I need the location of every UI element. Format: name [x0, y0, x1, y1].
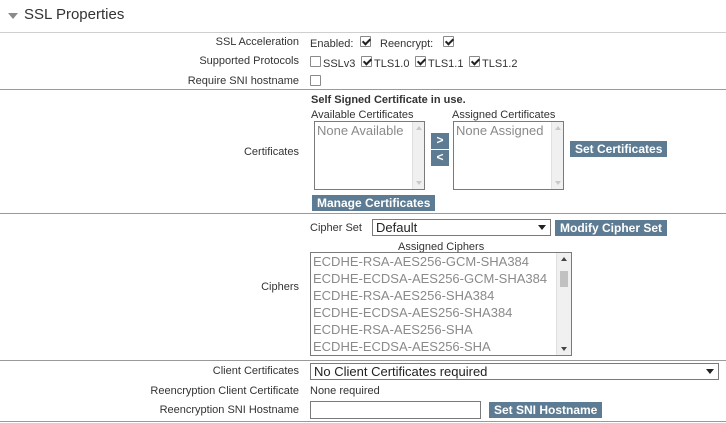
list-item[interactable]: ECDHE-RSA-AES256-SHA: [311, 321, 571, 338]
scroll-down-icon[interactable]: [561, 347, 567, 351]
modify-cipher-set-button[interactable]: Modify Cipher Set: [555, 220, 668, 236]
tls11-label: TLS1.1: [428, 58, 464, 70]
sslv3-label: SSLv3: [323, 58, 356, 70]
supported-protocols-label: Supported Protocols: [199, 55, 299, 67]
divider: [0, 89, 726, 90]
scroll-thumb[interactable]: [560, 271, 568, 287]
enabled-label: Enabled:: [310, 38, 354, 50]
client-certificates-select[interactable]: No Client Certificates required: [310, 363, 719, 380]
certificate-notice: Self Signed Certificate in use.: [311, 94, 466, 106]
section-header[interactable]: SSL Properties: [0, 0, 726, 33]
scroll-up-icon[interactable]: [416, 126, 422, 130]
scrollbar[interactable]: [556, 253, 571, 355]
reencrypt-checkbox[interactable]: [443, 36, 454, 47]
client-certificates-label: Client Certificates: [212, 365, 299, 377]
divider: [0, 421, 726, 422]
cipher-set-select[interactable]: Default: [372, 219, 551, 236]
list-item[interactable]: ECDHE-RSA-AES256-GCM-SHA384: [311, 253, 571, 270]
ciphers-label: Ciphers: [261, 281, 299, 293]
assigned-certificates-list[interactable]: None Assigned: [453, 121, 564, 190]
require-sni-checkbox[interactable]: [310, 75, 321, 86]
reencryption-client-certificate-value: None required: [310, 385, 380, 397]
list-item[interactable]: None Available: [315, 122, 424, 139]
assigned-certificates-label: Assigned Certificates: [452, 109, 556, 121]
divider: [0, 213, 726, 214]
scrollbar[interactable]: [551, 122, 563, 189]
scroll-up-icon[interactable]: [561, 257, 567, 261]
chevron-down-icon: [538, 225, 546, 230]
assigned-ciphers-list[interactable]: ECDHE-RSA-AES256-GCM-SHA384 ECDHE-ECDSA-…: [310, 252, 572, 356]
cipher-set-label: Cipher Set: [310, 222, 362, 234]
move-right-button[interactable]: >: [431, 133, 449, 149]
move-left-button[interactable]: <: [431, 150, 449, 166]
scroll-down-icon[interactable]: [555, 181, 561, 185]
tls12-label: TLS1.2: [482, 58, 518, 70]
scroll-up-icon[interactable]: [555, 126, 561, 130]
sslv3-checkbox[interactable]: [310, 56, 321, 67]
tls12-checkbox[interactable]: [469, 56, 480, 67]
ssl-acceleration-label: SSL Acceleration: [215, 36, 299, 48]
reencrypt-label: Reencrypt:: [380, 38, 434, 50]
set-sni-hostname-button[interactable]: Set SNI Hostname: [489, 402, 603, 418]
require-sni-label: Require SNI hostname: [187, 75, 299, 87]
list-item[interactable]: ECDHE-ECDSA-AES256-SHA384: [311, 304, 571, 321]
set-certificates-button[interactable]: Set Certificates: [570, 141, 668, 157]
reencryption-sni-hostname-label: Reencryption SNI Hostname: [159, 404, 299, 416]
scroll-down-icon[interactable]: [416, 181, 422, 185]
cipher-set-value: Default: [376, 220, 418, 235]
reencryption-client-certificate-label: Reencryption Client Certificate: [150, 385, 299, 397]
scrollbar[interactable]: [412, 122, 424, 189]
tls10-label: TLS1.0: [374, 58, 410, 70]
reencryption-sni-hostname-input[interactable]: [310, 401, 481, 419]
tls11-checkbox[interactable]: [415, 56, 426, 67]
manage-certificates-button[interactable]: Manage Certificates: [312, 195, 436, 211]
client-certificates-value: No Client Certificates required: [314, 364, 488, 379]
list-item[interactable]: None Assigned: [454, 122, 563, 139]
chevron-down-icon: [706, 369, 714, 374]
list-item[interactable]: ECDHE-ECDSA-AES256-SHA: [311, 338, 571, 355]
list-item[interactable]: ECDHE-RSA-AES256-SHA384: [311, 287, 571, 304]
enabled-checkbox[interactable]: [360, 36, 371, 47]
tls10-checkbox[interactable]: [361, 56, 372, 67]
available-certificates-list[interactable]: None Available: [314, 121, 425, 190]
list-item[interactable]: ECDHE-ECDSA-AES256-GCM-SHA384: [311, 270, 571, 287]
available-certificates-label: Available Certificates: [311, 109, 414, 121]
certificates-label: Certificates: [243, 146, 299, 158]
divider: [0, 360, 726, 361]
section-title: SSL Properties: [24, 6, 125, 23]
collapse-triangle-icon[interactable]: [8, 13, 18, 19]
